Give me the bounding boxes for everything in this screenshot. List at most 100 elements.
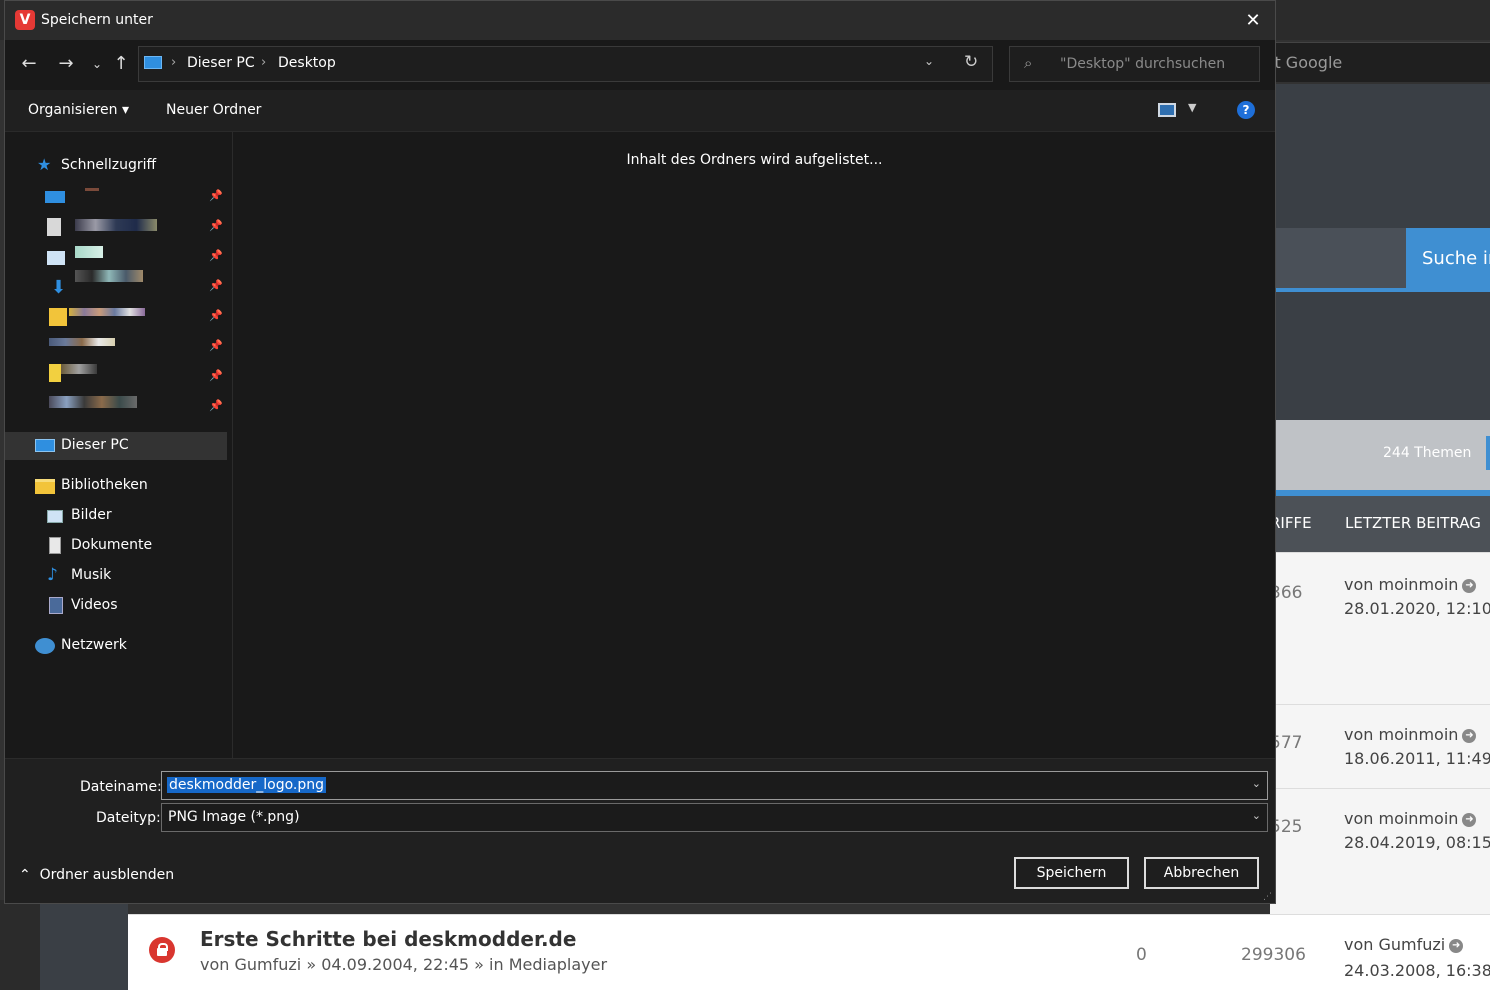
page-left-margin (0, 900, 40, 990)
breadcrumb-desktop[interactable]: Desktop (278, 55, 336, 71)
document-icon (47, 218, 61, 236)
pin-icon[interactable]: 📌 (209, 219, 223, 232)
sidebar-item-documents[interactable]: Dokumente (5, 532, 227, 560)
topic-views: 299306 (1241, 945, 1306, 965)
pinned-item[interactable]: 📌 (41, 396, 227, 418)
back-arrow-icon[interactable]: ← (17, 52, 41, 76)
table-header: RIFFE LETZTER BEITRAG (1270, 496, 1490, 552)
page-search-button[interactable]: Suche in (1406, 228, 1490, 292)
sidebar-item-label: Netzwerk (61, 637, 127, 653)
sidebar-item-label: Musik (71, 567, 112, 583)
pin-icon[interactable]: 📌 (209, 369, 223, 382)
cancel-button[interactable]: Abbrechen (1144, 857, 1259, 889)
sidebar-item-pictures[interactable]: Bilder (5, 502, 227, 530)
up-arrow-icon[interactable]: ↑ (109, 52, 133, 76)
sidebar-item-music[interactable]: ♪ Musik (5, 562, 227, 590)
search-button-label: Suche in (1422, 248, 1490, 269)
pin-icon[interactable]: 📌 (209, 309, 223, 322)
goto-post-icon[interactable]: ➜ (1462, 578, 1477, 593)
filename-value[interactable]: deskmodder_logo.png (167, 777, 327, 793)
table-row[interactable]: 525 von moinmoin ➜ 28.04.2019, 08:15 (1270, 788, 1490, 914)
pc-icon (35, 439, 55, 452)
pictures-icon (47, 251, 65, 265)
breadcrumb-separator[interactable]: › (171, 55, 176, 70)
row-author[interactable]: von moinmoin ➜ (1344, 809, 1477, 828)
pinned-item[interactable]: 📌 (41, 336, 227, 358)
forward-arrow-icon[interactable]: → (54, 52, 78, 76)
header-replies: RIFFE (1270, 514, 1312, 532)
save-button[interactable]: Speichern (1014, 857, 1129, 889)
filetype-select[interactable]: PNG Image (*.png) ⌄ (161, 803, 1268, 832)
view-options-icon[interactable] (1158, 103, 1176, 117)
row-author[interactable]: von Gumfuzi ➜ (1344, 935, 1464, 954)
pinned-item[interactable]: 📌 (41, 216, 227, 238)
navigation-bar: ← → ⌄ ↑ › Dieser PC › Desktop ⌄ ↻ ⌕ "Des… (5, 40, 1275, 90)
topics-tab-edge (1486, 436, 1490, 470)
locked-topic-icon (149, 937, 175, 963)
pinned-item[interactable]: 📌 (41, 306, 227, 328)
breadcrumb-dieser-pc[interactable]: Dieser PC (187, 55, 255, 71)
dialog-titlebar[interactable]: V Speichern unter ✕ (5, 1, 1275, 40)
pc-icon (144, 56, 162, 69)
sidebar-item-label: Schnellzugriff (61, 157, 157, 173)
address-bar[interactable]: › Dieser PC › Desktop ⌄ ↻ (138, 46, 993, 82)
table-row[interactable]: Erste Schritte bei deskmodder.de von Gum… (128, 914, 1490, 990)
file-list-area[interactable]: Inhalt des Ordners wird aufgelistet... (234, 132, 1275, 758)
address-text: it Google (1270, 53, 1343, 72)
filetype-label: Dateityp: (96, 810, 161, 826)
page-left-column (40, 900, 128, 990)
search-placeholder: "Desktop" durchsuchen (1060, 56, 1226, 72)
pinned-item[interactable]: ⬇ 📌 (41, 270, 227, 298)
pin-icon[interactable]: 📌 (209, 189, 223, 202)
pin-icon[interactable]: 📌 (209, 279, 223, 292)
pinned-item[interactable]: 📌 (41, 364, 227, 388)
resize-grip-icon[interactable]: ⋰ (1263, 892, 1272, 902)
sidebar-item-this-pc[interactable]: Dieser PC (5, 432, 227, 460)
row-author[interactable]: von moinmoin ➜ (1344, 575, 1477, 594)
sidebar-item-network[interactable]: Netzwerk (5, 632, 227, 660)
sidebar-item-videos[interactable]: Videos (5, 592, 227, 620)
filetype-value: PNG Image (*.png) (168, 809, 300, 825)
browser-address-bar[interactable]: it Google (1270, 42, 1490, 82)
network-icon (35, 638, 55, 654)
pin-icon[interactable]: 📌 (209, 399, 223, 412)
vivaldi-icon: V (15, 10, 35, 30)
sidebar-item-label: Bibliotheken (61, 477, 148, 493)
pin-icon[interactable]: 📌 (209, 249, 223, 262)
topic-replies: 0 (1136, 945, 1147, 965)
goto-post-icon[interactable]: ➜ (1462, 728, 1477, 743)
search-icon: ⌕ (1024, 54, 1033, 72)
row-author[interactable]: von moinmoin ➜ (1344, 725, 1477, 744)
goto-post-icon[interactable]: ➜ (1449, 938, 1464, 953)
folder-icon (49, 308, 67, 326)
chevron-up-icon: ⌃ (19, 867, 31, 883)
breadcrumb-separator[interactable]: › (261, 55, 266, 70)
loading-message: Inhalt des Ordners wird aufgelistet... (626, 152, 883, 168)
view-dropdown-icon[interactable]: ▼ (1188, 101, 1196, 114)
dialog-title: Speichern unter (41, 12, 153, 28)
hide-folders-toggle[interactable]: ⌃ Ordner ausblenden (19, 867, 174, 883)
goto-post-icon[interactable]: ➜ (1462, 812, 1477, 827)
pinned-item[interactable]: 📌 (41, 246, 227, 268)
filename-field[interactable]: deskmodder_logo.png ⌄ (161, 771, 1268, 800)
header-last-post: LETZTER BEITRAG (1345, 514, 1481, 532)
row-date: 18.06.2011, 11:49 (1344, 749, 1490, 768)
refresh-icon[interactable]: ↻ (964, 52, 978, 72)
chevron-down-icon[interactable]: ⌄ (1252, 777, 1261, 790)
chevron-down-icon[interactable]: ⌄ (1252, 809, 1261, 822)
search-input[interactable]: ⌕ "Desktop" durchsuchen (1009, 46, 1260, 82)
recent-locations-chevron-icon[interactable]: ⌄ (85, 52, 109, 76)
table-row[interactable]: 366 von moinmoin ➜ 28.01.2020, 12:10 (1270, 552, 1490, 704)
topic-title[interactable]: Erste Schritte bei deskmodder.de (200, 927, 576, 951)
address-dropdown-icon[interactable]: ⌄ (924, 54, 934, 68)
help-icon[interactable]: ? (1237, 101, 1255, 119)
new-folder-button[interactable]: Neuer Ordner (166, 102, 261, 118)
pin-icon[interactable]: 📌 (209, 339, 223, 352)
sidebar-item-quick-access[interactable]: ★ Schnellzugriff (5, 152, 227, 180)
pinned-item[interactable]: 📌 (41, 186, 227, 208)
page-search-input[interactable] (1270, 228, 1406, 288)
table-row[interactable]: 577 von moinmoin ➜ 18.06.2011, 11:49 (1270, 704, 1490, 788)
close-icon[interactable]: ✕ (1233, 5, 1273, 37)
organize-button[interactable]: Organisieren ▾ (28, 102, 129, 118)
sidebar-item-libraries[interactable]: Bibliotheken (5, 472, 227, 500)
